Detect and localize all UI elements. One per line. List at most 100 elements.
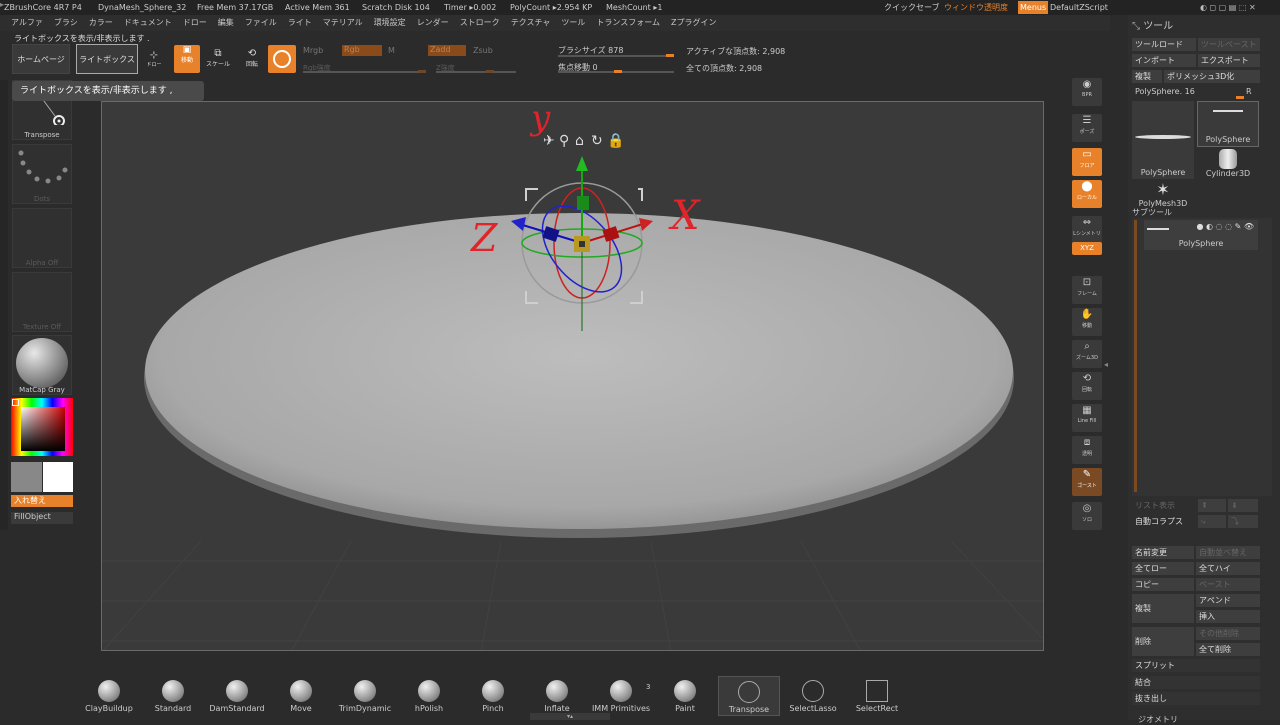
menu-item[interactable]: Zプラグイン — [671, 15, 716, 31]
arrow-down-button[interactable]: ⤵ — [1228, 515, 1258, 528]
home-icon[interactable]: ⌂ — [575, 133, 584, 149]
home-page-button[interactable]: ホームページ — [12, 44, 70, 74]
rgb-intensity-slider[interactable] — [303, 71, 425, 73]
menu-item[interactable]: マテリアル — [323, 15, 363, 31]
visibility-icon[interactable]: ● ◐ ◌ ◌ ✎ 👁 — [1197, 222, 1255, 231]
menus-button[interactable]: Menus — [1018, 1, 1049, 14]
brush-move[interactable]: Move — [270, 676, 332, 716]
swap-button[interactable]: 入れ替え — [11, 495, 73, 507]
sculptris-button[interactable] — [268, 45, 296, 73]
paste-button[interactable]: ペースト — [1196, 578, 1260, 591]
color-square[interactable] — [21, 407, 65, 451]
split-button[interactable]: スプリット — [1132, 659, 1260, 672]
brush-trimdynamic[interactable]: TrimDynamic — [334, 676, 396, 716]
rename-button[interactable]: 名前変更 — [1132, 546, 1194, 559]
right-tray-toggle[interactable]: ◂ — [1104, 360, 1112, 376]
alpha-slot[interactable]: Alpha Off — [12, 208, 72, 268]
rotate-button[interactable]: ⟲ 回転 — [240, 48, 264, 70]
shelf-button-4[interactable]: ⇔ Lシンメトリ — [1072, 216, 1102, 244]
lightbox-button[interactable]: ライトボックス — [76, 44, 138, 74]
tool-thumb-polysphere[interactable]: PolySphere — [1197, 101, 1259, 147]
shelf-button-6[interactable]: ⊡ フレーム — [1072, 276, 1102, 304]
main-color[interactable] — [43, 462, 73, 492]
delete-all-button[interactable]: 全て削除 — [1196, 643, 1260, 656]
arrow-right-button[interactable]: ⤷ — [1198, 515, 1226, 528]
shelf-button-9[interactable]: ⟲ 回転 — [1072, 372, 1102, 400]
menu-item[interactable]: テクスチャ — [511, 15, 551, 31]
menu-item[interactable]: ドロー — [183, 15, 207, 31]
focal-shift-knob[interactable] — [614, 70, 622, 73]
shelf-button-13[interactable]: ✎ ゴースト — [1072, 468, 1102, 496]
menu-item[interactable]: トランスフォーム — [596, 15, 660, 31]
reset-icon[interactable]: ↻ — [591, 133, 603, 149]
extract-button[interactable]: 抜き出し — [1132, 692, 1260, 705]
brush-pinch[interactable]: Pinch — [462, 676, 524, 716]
brush-size-slider[interactable] — [558, 55, 674, 57]
auto-collapse-button[interactable]: 自動コラプス — [1132, 515, 1194, 528]
delete-button[interactable]: 削除 — [1132, 627, 1194, 656]
transparency-button[interactable]: ウィンドウ透明度 — [944, 0, 1008, 15]
all-low-button[interactable]: 全てロー — [1132, 562, 1194, 575]
move-up-button[interactable]: ⇞ — [1198, 499, 1226, 512]
shelf-button-14[interactable]: ◎ ソロ — [1072, 502, 1102, 530]
tool-thumb-cylinder[interactable]: Cylinder3D — [1197, 147, 1259, 179]
stroke-slot[interactable]: Dots — [12, 144, 72, 204]
tool-thumb-polysphere-main[interactable]: PolySphere — [1132, 101, 1194, 179]
menu-item[interactable]: カラー — [89, 15, 113, 31]
export-button[interactable]: エクスポート — [1198, 54, 1260, 67]
menu-item[interactable]: ツール — [561, 15, 585, 31]
move-down-button[interactable]: ⇟ — [1228, 499, 1258, 512]
rgb-intensity-knob[interactable] — [418, 70, 426, 73]
brush-size-knob[interactable] — [666, 54, 674, 57]
brush-paint[interactable]: Paint — [654, 676, 716, 716]
menu-item[interactable]: 環境設定 — [374, 15, 406, 31]
menu-item[interactable]: ファイル — [245, 15, 277, 31]
shelf-button-7[interactable]: ✋ 移動 — [1072, 308, 1102, 336]
duplicate-button[interactable]: 複製 — [1132, 594, 1194, 623]
secondary-color[interactable] — [11, 462, 42, 492]
shelf-button-3[interactable]: ⬤ ローカル — [1072, 180, 1102, 208]
brush-standard[interactable]: Standard — [142, 676, 204, 716]
quicksave-button[interactable]: クイックセーブ — [884, 0, 940, 15]
subtool-item[interactable]: ● ◐ ◌ ◌ ✎ 👁 PolySphere — [1144, 220, 1258, 250]
lock-icon[interactable]: 🔒 — [607, 133, 624, 149]
brush-selectrect[interactable]: SelectRect — [846, 676, 908, 716]
tool-load-button[interactable]: ツールロード — [1132, 38, 1196, 51]
tool-slider-knob[interactable] — [1236, 96, 1244, 99]
texture-slot[interactable]: Texture Off — [12, 272, 72, 332]
menu-item[interactable]: 編集 — [218, 15, 234, 31]
material-slot[interactable]: MatCap Gray — [12, 335, 72, 395]
scale-button[interactable]: ⧉ スケール — [206, 48, 230, 70]
polysphere-disc[interactable] — [145, 213, 1013, 529]
subtool-scroll[interactable] — [1134, 220, 1137, 492]
brush-hpolish[interactable]: hPolish — [398, 676, 460, 716]
m-button[interactable]: M — [388, 46, 395, 55]
menu-item[interactable]: ライト — [288, 15, 312, 31]
marker-icon[interactable]: ⚲ — [559, 133, 569, 149]
window-controls[interactable]: ◐ ◻ ▢ ▤ ⬚ ✕ — [1200, 0, 1256, 15]
auto-reorder-button[interactable]: 自動並べ替え — [1196, 546, 1260, 559]
import-button[interactable]: インポート — [1132, 54, 1196, 67]
shelf-button-5[interactable]: XYZ — [1072, 242, 1102, 255]
subtool-header[interactable]: サブツール — [1132, 207, 1172, 218]
list-all-button[interactable]: リスト表示 — [1132, 499, 1194, 512]
menu-item[interactable]: ストローク — [460, 15, 500, 31]
left-tray-toggle[interactable]: ▸ — [0, 0, 6, 16]
insert-button[interactable]: 挿入 — [1196, 610, 1260, 623]
shelf-button-8[interactable]: ⌕ ズーム3D — [1072, 340, 1102, 368]
rgb-button[interactable]: Rgb — [342, 45, 382, 56]
brush-damstandard[interactable]: DamStandard — [206, 676, 268, 716]
z-intensity-slider[interactable] — [436, 71, 516, 73]
move-button[interactable]: ▣ 移動 — [174, 45, 200, 73]
shelf-button-1[interactable]: ☰ ポーズ — [1072, 114, 1102, 142]
r-button[interactable]: R — [1246, 87, 1252, 96]
shelf-button-12[interactable]: ⧈ 透明 — [1072, 436, 1102, 464]
tool-paste-button[interactable]: ツールペースト — [1198, 38, 1260, 51]
gizmo-toolbar[interactable]: ✈ ⚲ ⌂ ↻ 🔒 — [543, 133, 624, 149]
brush-claybuildup[interactable]: ClayBuildup — [78, 676, 140, 716]
shelf-button-10[interactable]: ▦ Line Fill — [1072, 404, 1102, 432]
append-button[interactable]: アペンド — [1196, 594, 1260, 607]
zsub-button[interactable]: Zsub — [473, 46, 493, 55]
brush-inflate[interactable]: Inflate — [526, 676, 588, 716]
merge-button[interactable]: 結合 — [1132, 676, 1260, 689]
